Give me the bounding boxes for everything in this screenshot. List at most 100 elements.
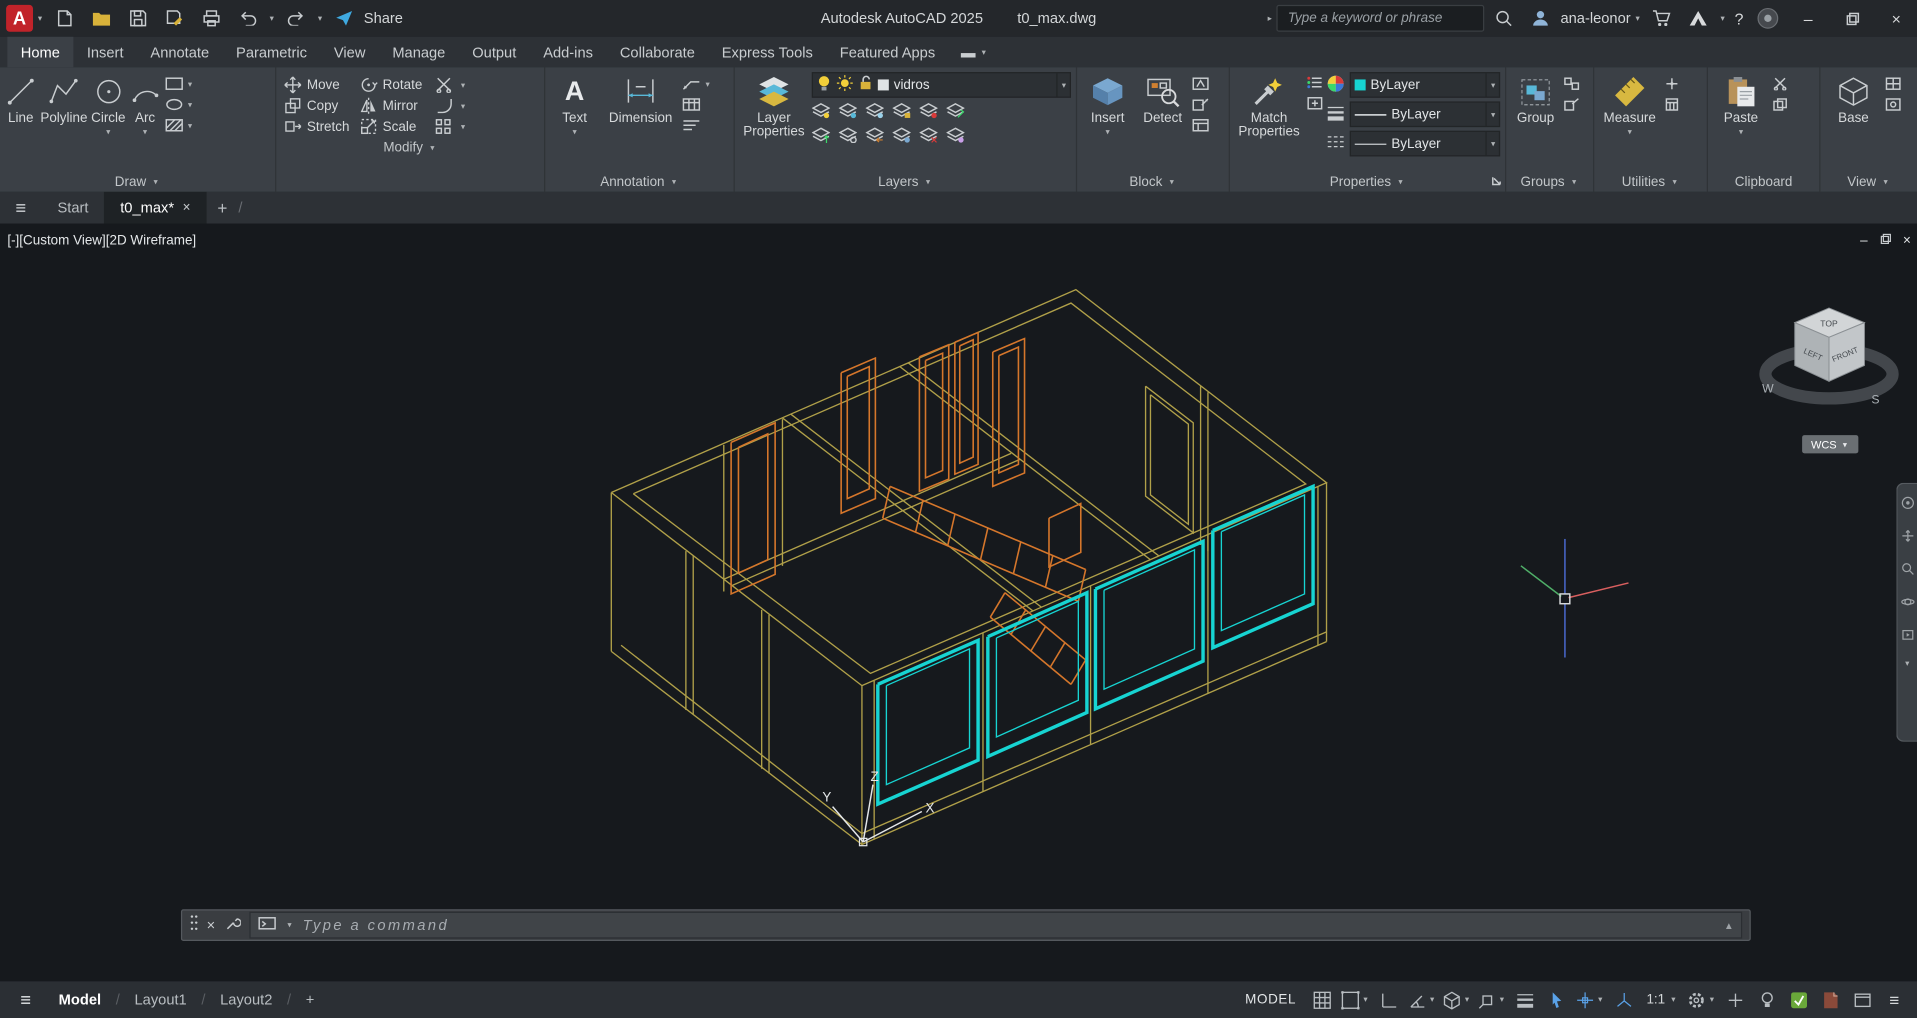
search-icon[interactable]	[1487, 2, 1521, 34]
help-icon[interactable]: ?	[1730, 9, 1749, 27]
quick-calculator-tool[interactable]	[1664, 97, 1680, 113]
command-line-customize-icon[interactable]	[224, 914, 241, 937]
cart-icon[interactable]	[1645, 2, 1679, 34]
cut-clip-tool[interactable]	[1773, 76, 1789, 92]
pan-icon[interactable]	[1901, 527, 1914, 549]
isodraft-caret-icon[interactable]: ▾	[1462, 995, 1471, 1005]
selection-cycling-toggle[interactable]	[1542, 985, 1573, 1014]
properties-dialog-launcher-icon[interactable]	[1492, 175, 1502, 190]
mirror-tool[interactable]: Mirror	[359, 97, 435, 115]
tab-home[interactable]: Home	[7, 37, 73, 68]
layer-isolate-icon[interactable]	[839, 103, 857, 123]
minimize-button[interactable]: –	[1787, 0, 1829, 37]
navigation-bar[interactable]: ▾	[1896, 483, 1917, 742]
move-tool[interactable]: Move	[284, 76, 360, 94]
object-color-caret-icon[interactable]: ▾	[1486, 73, 1495, 96]
user-avatar-icon[interactable]	[1524, 2, 1558, 34]
undo-caret-icon[interactable]: ▾	[267, 13, 276, 23]
layout-menu-icon[interactable]: ≡	[7, 989, 44, 1010]
close-button[interactable]: ×	[1875, 0, 1917, 37]
user-name[interactable]: ana-leonor	[1560, 10, 1630, 27]
search-collapse-caret-icon[interactable]: ▸	[1265, 13, 1274, 23]
scale-tool[interactable]: Scale	[359, 117, 435, 135]
layout2-tab[interactable]: Layout2	[209, 991, 283, 1008]
arc-caret-icon[interactable]: ▾	[140, 127, 149, 137]
layer-unlock-icon[interactable]	[858, 75, 873, 96]
manage-attributes-tool[interactable]	[1192, 117, 1209, 133]
tab-view[interactable]: View	[320, 37, 378, 68]
id-point-tool[interactable]	[1664, 76, 1680, 92]
layer-dropdown-caret-icon[interactable]: ▾	[1057, 73, 1066, 96]
tab-add-ins[interactable]: Add-ins	[530, 37, 607, 68]
table-tool[interactable]	[682, 97, 712, 113]
rectangle-tool[interactable]: ▾	[165, 76, 195, 92]
new-file-icon[interactable]	[47, 2, 81, 34]
insert-caret-icon[interactable]: ▾	[1103, 127, 1112, 137]
clean-screen-icon[interactable]	[1847, 985, 1878, 1014]
layer-previous-icon[interactable]	[866, 127, 884, 147]
layer-freeze-icon[interactable]	[866, 103, 884, 123]
layer-unisolate-icon[interactable]	[919, 103, 937, 123]
autodesk-apps-icon[interactable]	[1681, 2, 1715, 34]
layer-color-swatch[interactable]	[878, 79, 889, 90]
isodraft-toggle[interactable]: ▾	[1440, 985, 1474, 1014]
file-tabs-menu-icon[interactable]: ≡	[0, 197, 42, 218]
circle-caret-icon[interactable]: ▾	[104, 127, 113, 137]
object-snap-3d-toggle[interactable]: ▾	[1574, 985, 1608, 1014]
linetype-caret-icon[interactable]: ▾	[1486, 132, 1495, 155]
multileader-style-tool[interactable]	[682, 117, 712, 133]
navigation-wheel-icon[interactable]	[1901, 494, 1914, 516]
search-input[interactable]: Type a keyword or phrase	[1277, 5, 1485, 32]
layer-states-icon[interactable]	[946, 127, 964, 147]
make-current-layer-icon[interactable]	[812, 127, 830, 147]
text-tool[interactable]: A Text ▾	[550, 72, 599, 137]
redo-icon[interactable]	[279, 2, 313, 34]
layer-walk-icon[interactable]	[839, 127, 857, 147]
view-panel-footer[interactable]: View▾	[1820, 171, 1917, 192]
fillet-tool[interactable]: ▾	[435, 97, 491, 115]
graphics-performance-icon[interactable]	[1784, 985, 1815, 1014]
insert-block-button[interactable]: Insert ▾	[1082, 72, 1133, 137]
properties-list-icon[interactable]	[1307, 75, 1323, 91]
annotation-monitor-icon[interactable]	[1720, 985, 1751, 1014]
modify-panel-footer[interactable]: Modify▾	[276, 137, 544, 158]
layer-delete-icon[interactable]	[919, 127, 937, 147]
recent-commands-caret-icon[interactable]: ▾	[285, 920, 294, 930]
layer-properties-button[interactable]: Layer Properties	[740, 72, 808, 139]
workspace-switching-icon[interactable]: ▾	[1685, 985, 1719, 1014]
named-views-tool[interactable]	[1885, 97, 1901, 113]
tab-output[interactable]: Output	[459, 37, 530, 68]
copy-clip-tool[interactable]	[1773, 97, 1789, 113]
recent-commands-icon[interactable]	[258, 917, 276, 934]
command-line-close-icon[interactable]: ×	[207, 917, 216, 934]
app-menu-button[interactable]: A	[6, 5, 33, 32]
lineweight-display-toggle[interactable]	[1510, 985, 1541, 1014]
tab-parametric[interactable]: Parametric	[223, 37, 321, 68]
zoom-icon[interactable]	[1901, 560, 1914, 582]
command-line-grip[interactable]	[190, 914, 199, 937]
stretch-tool[interactable]: Stretch	[284, 117, 360, 135]
save-as-icon[interactable]	[157, 2, 191, 34]
base-view-button[interactable]: Base	[1825, 72, 1881, 126]
command-line[interactable]: × ▾ Type a command ▲	[181, 909, 1751, 941]
osnap-caret-icon[interactable]: ▾	[1497, 995, 1506, 1005]
command-input[interactable]: ▾ Type a command ▲	[249, 912, 1742, 939]
building-wireframe[interactable]	[611, 290, 1326, 845]
tab-collaborate[interactable]: Collaborate	[606, 37, 708, 68]
grid-display-toggle[interactable]	[1307, 985, 1338, 1014]
group-edit-tool[interactable]	[1564, 97, 1580, 113]
workspace-caret-icon[interactable]: ▾	[1707, 995, 1716, 1005]
model-scene[interactable]: X Y Z W S TOP LEFT	[0, 224, 1917, 982]
share-label[interactable]: Share	[364, 10, 403, 27]
rotate-tool[interactable]: Rotate	[359, 76, 435, 94]
object-snap-toggle[interactable]: ▾	[1475, 985, 1509, 1014]
detect-button[interactable]: Detect	[1137, 72, 1188, 126]
layer-dropdown[interactable]: vidros ▾	[812, 72, 1071, 98]
lineweight-caret-icon[interactable]: ▾	[1486, 103, 1495, 126]
clipboard-panel-footer[interactable]: Clipboard	[1708, 171, 1819, 192]
ribbon-display-toggle[interactable]: ▬▾	[961, 37, 989, 68]
linetype-dropdown[interactable]: ByLayer ▾	[1350, 131, 1500, 157]
dimension-tool[interactable]: Dimension	[603, 72, 679, 126]
block-editor-tool[interactable]	[1192, 97, 1209, 113]
circle-tool[interactable]: Circle ▾	[91, 72, 125, 137]
